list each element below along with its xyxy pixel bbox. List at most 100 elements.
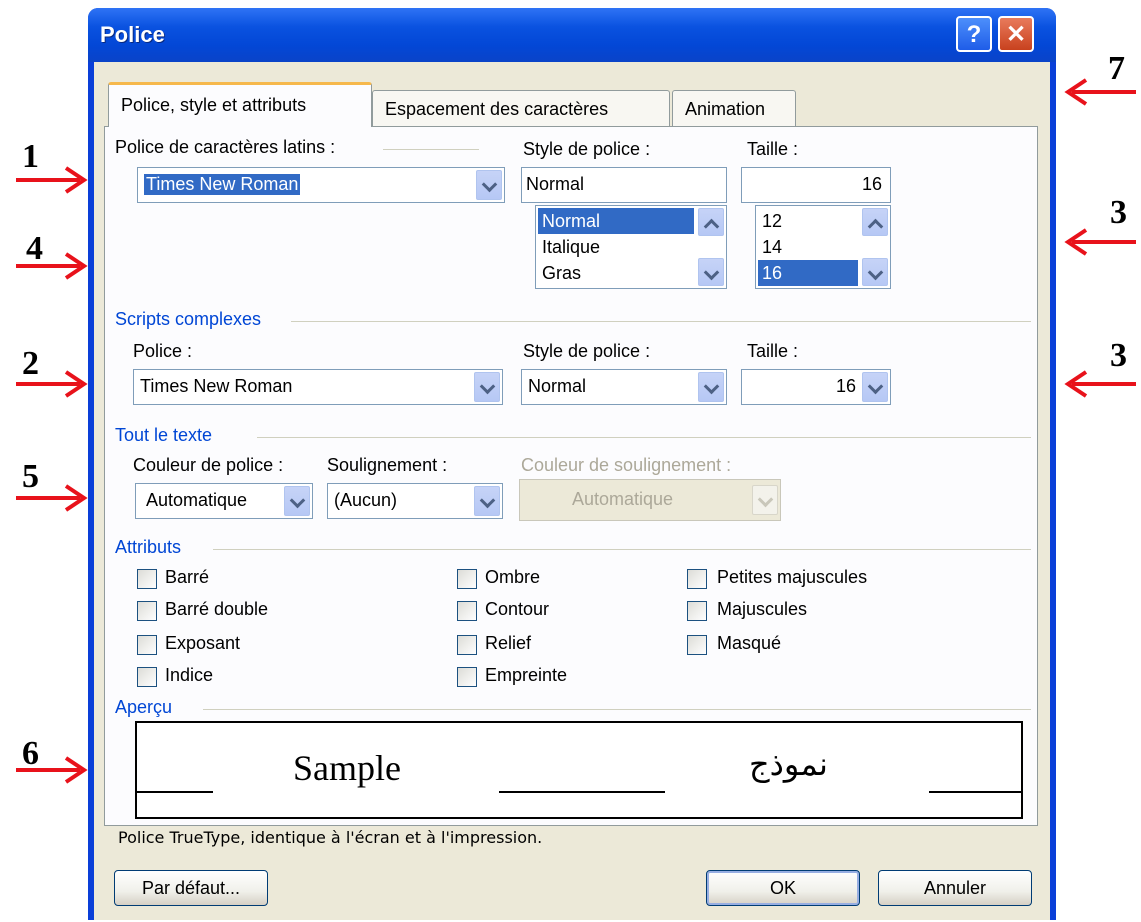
chevron-up-icon	[867, 218, 884, 235]
chevron-down-icon	[479, 378, 496, 395]
preview-note: Police TrueType, identique à l'écran et …	[118, 828, 543, 847]
arrow-right-icon	[16, 484, 88, 512]
divider	[203, 709, 1031, 710]
scroll-up-button[interactable]	[862, 208, 888, 236]
complex-size-label: Taille :	[747, 341, 799, 361]
complex-size-value: 16	[835, 376, 856, 396]
attributes-group-title: Attributs	[115, 537, 182, 557]
checkbox-relief[interactable]	[457, 635, 477, 655]
tab-label: Animation	[685, 99, 766, 119]
title-bar[interactable]: Police ? ✕	[88, 8, 1056, 62]
checkbox-label: Petites majuscules	[717, 567, 868, 587]
checkbox-label: Barré double	[165, 599, 269, 619]
scroll-down-button[interactable]	[862, 258, 888, 286]
list-item[interactable]: 16	[758, 260, 858, 286]
complex-font-label: Police :	[133, 341, 193, 361]
arrow-left-icon	[1064, 370, 1136, 398]
preview-sample-arabic: نموذج	[749, 745, 828, 783]
checkbox-contour[interactable]	[457, 601, 477, 621]
complex-style-combo[interactable]: Normal	[521, 369, 727, 405]
tab-label: Espacement des caractères	[385, 99, 609, 119]
checkbox-label: Majuscules	[717, 599, 808, 619]
dropdown-button[interactable]	[862, 372, 888, 402]
preview-sample-latin: Sample	[293, 748, 401, 788]
checkbox-majuscules[interactable]	[687, 601, 707, 621]
checkbox-label: Ombre	[485, 567, 541, 587]
complex-size-combo[interactable]: 16	[741, 369, 891, 405]
chevron-down-icon	[289, 492, 306, 509]
annotation-number-3a: 3	[1110, 194, 1127, 231]
complex-style-label: Style de police :	[523, 341, 651, 361]
font-color-label: Couleur de police :	[133, 455, 284, 475]
list-item[interactable]: 12	[758, 208, 858, 234]
checkbox-empreinte[interactable]	[457, 667, 477, 687]
divider	[383, 149, 479, 150]
tab-espacement[interactable]: Espacement des caractères	[372, 90, 670, 126]
checkbox-label: Masqué	[717, 633, 782, 653]
button-label: Annuler	[923, 878, 987, 898]
checkbox-indice[interactable]	[137, 667, 157, 687]
window-title: Police	[100, 22, 165, 47]
arrow-right-icon	[16, 370, 88, 398]
list-item[interactable]: Italique	[538, 234, 694, 260]
font-color-value: Automatique	[146, 490, 248, 510]
close-button[interactable]: ✕	[998, 16, 1034, 52]
checkbox-barre[interactable]	[137, 569, 157, 589]
list-item[interactable]: Gras	[538, 260, 694, 286]
list-item[interactable]: 14	[758, 234, 858, 260]
ok-button[interactable]: OK	[706, 870, 860, 906]
latin-font-value: Times New Roman	[144, 174, 301, 195]
checkbox-label: Contour	[485, 599, 550, 619]
chevron-up-icon	[703, 218, 720, 235]
button-label: Par défaut...	[141, 878, 241, 898]
arrow-right-icon	[16, 166, 88, 194]
latin-size-list[interactable]: 12 14 16	[755, 205, 891, 289]
latin-style-input[interactable]: Normal	[521, 167, 727, 203]
checkbox-label: Empreinte	[485, 665, 568, 685]
latin-font-combo[interactable]: Times New Roman	[137, 167, 505, 203]
dropdown-button[interactable]	[474, 372, 500, 402]
chevron-down-icon	[867, 264, 884, 281]
preview-baseline	[929, 791, 1021, 793]
preview-baseline	[137, 791, 213, 793]
scroll-up-button[interactable]	[698, 208, 724, 236]
default-button[interactable]: Par défaut...	[114, 870, 268, 906]
underline-color-value: Automatique	[572, 489, 674, 509]
dropdown-button[interactable]	[698, 372, 724, 402]
button-label: OK	[769, 878, 796, 898]
checkbox-barre-double[interactable]	[137, 601, 157, 621]
checkbox-label: Exposant	[165, 633, 241, 653]
dropdown-button[interactable]	[476, 170, 502, 200]
tab-animation[interactable]: Animation	[672, 90, 796, 126]
underline-label: Soulignement :	[327, 455, 448, 475]
checkbox-masque[interactable]	[687, 635, 707, 655]
chevron-down-icon	[867, 378, 884, 395]
tab-police-style-attributs[interactable]: Police, style et attributs	[108, 82, 372, 127]
checkbox-label: Relief	[485, 633, 532, 653]
list-item[interactable]: Normal	[538, 208, 694, 234]
latin-size-label: Taille :	[747, 139, 799, 159]
checkbox-exposant[interactable]	[137, 635, 157, 655]
help-button[interactable]: ?	[956, 16, 992, 52]
scroll-down-button[interactable]	[698, 258, 724, 286]
arrow-right-icon	[16, 252, 88, 280]
arrow-right-icon	[16, 756, 88, 784]
underline-combo[interactable]: (Aucun)	[327, 483, 503, 519]
preview-box: Sample نموذج	[135, 721, 1023, 819]
latin-size-value: 16	[861, 174, 882, 194]
complex-font-combo[interactable]: Times New Roman	[133, 369, 503, 405]
dropdown-button	[752, 485, 778, 515]
chevron-down-icon	[703, 378, 720, 395]
cancel-button[interactable]: Annuler	[878, 870, 1032, 906]
latin-size-input[interactable]: 16	[741, 167, 891, 203]
dropdown-button[interactable]	[284, 486, 310, 516]
checkbox-label: Indice	[165, 665, 214, 685]
font-color-combo[interactable]: Automatique	[135, 483, 313, 519]
divider	[213, 549, 1031, 550]
latin-style-list[interactable]: Normal Italique Gras	[535, 205, 727, 289]
chevron-down-icon	[757, 491, 774, 508]
checkbox-ombre[interactable]	[457, 569, 477, 589]
checkbox-petites-majuscules[interactable]	[687, 569, 707, 589]
checkbox-label: Barré	[165, 567, 210, 587]
dropdown-button[interactable]	[474, 486, 500, 516]
